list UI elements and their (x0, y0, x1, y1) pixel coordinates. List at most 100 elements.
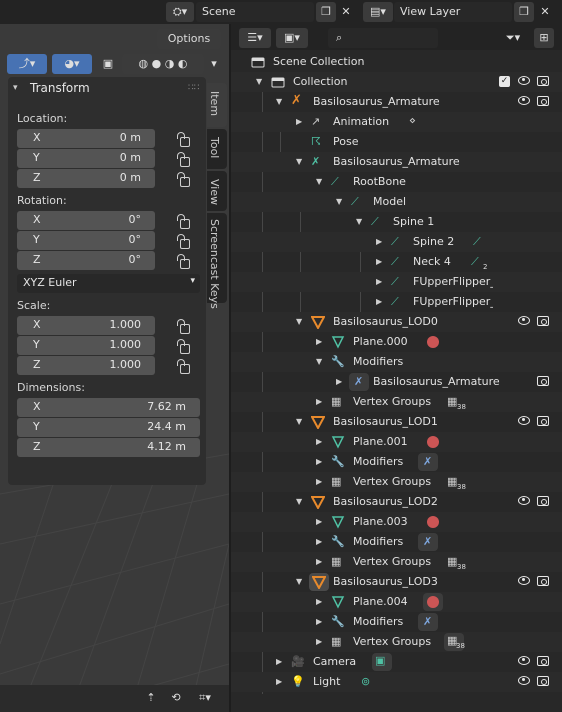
expand-icon[interactable]: ▶ (316, 437, 322, 446)
scene-collection-row[interactable]: Scene Collection (231, 52, 562, 72)
dimensions-x-field[interactable]: X 7.62 m (17, 398, 200, 417)
copy-view-layer-icon[interactable]: ❐ (514, 2, 534, 22)
panel-collapse-icon[interactable]: ▾ (13, 83, 18, 93)
collection-row[interactable]: ▼ Collection ✓ (231, 72, 562, 92)
pose-row[interactable]: ☈ Pose (231, 132, 562, 152)
rotation-x-field[interactable]: X 0° (17, 211, 155, 230)
options-button[interactable]: Options (157, 29, 221, 49)
expand-icon[interactable]: ▶ (276, 677, 282, 686)
vertex-groups-row[interactable]: ▶ ▦ Vertex Groups ▦ 38 (231, 472, 562, 492)
expand-icon[interactable]: ▶ (376, 237, 382, 246)
exclude-checkbox[interactable]: ✓ (499, 76, 510, 87)
mesh-data-row[interactable]: ▶ Plane.003 (231, 512, 562, 532)
tab-screencast-keys[interactable]: Screencast Keys (207, 213, 227, 309)
vertex-groups-row[interactable]: ▶ ▦ Vertex Groups ▦ 38 (231, 392, 562, 412)
bone-row[interactable]: ▶ ⟋ FUpperFlipper_L (231, 272, 562, 292)
expand-icon[interactable]: ▶ (316, 557, 322, 566)
display-mode-button[interactable]: ☰▾ (239, 28, 271, 48)
eye-icon[interactable] (518, 316, 530, 325)
proportional-edit-icon[interactable]: ⟲ (166, 688, 186, 708)
eye-icon[interactable] (518, 496, 530, 505)
tab-item[interactable]: Item (207, 83, 227, 127)
camera-render-icon[interactable] (537, 576, 549, 586)
lock-rotation-x-icon[interactable] (177, 214, 190, 229)
lock-scale-y-icon[interactable] (177, 339, 190, 354)
scale-z-field[interactable]: Z 1.000 (17, 356, 155, 375)
expand-icon[interactable]: ▶ (376, 257, 382, 266)
armature-object-row[interactable]: ▼ ✗ Basilosaurus_Armature (231, 92, 562, 112)
expand-icon[interactable]: ▶ (296, 117, 302, 126)
expand-icon[interactable]: ▶ (316, 397, 322, 406)
shading-mode-buttons[interactable]: ◍ ● ◑ ◐ (122, 54, 204, 74)
mesh-object-row[interactable]: ▼ Basilosaurus_LOD0 (231, 312, 562, 332)
modifiers-row[interactable]: ▼ 🔧 Modifiers (231, 352, 562, 372)
expand-icon[interactable]: ▶ (316, 597, 322, 606)
bone-row[interactable]: ▶ ⟋ Spine 2 ⟋ (231, 232, 562, 252)
close-view-layer-icon[interactable]: ✕ (536, 2, 554, 22)
vertex-groups-row[interactable]: ▶ ▦ Vertex Groups ▦ 38 (231, 632, 562, 652)
lock-location-z-icon[interactable] (177, 172, 190, 187)
collapse-icon[interactable]: ▼ (296, 577, 302, 586)
expand-icon[interactable]: ▶ (336, 377, 342, 386)
collapse-icon[interactable]: ▼ (296, 317, 302, 326)
lock-location-x-icon[interactable] (177, 132, 190, 147)
close-scene-icon[interactable]: ✕ (337, 2, 355, 22)
location-z-field[interactable]: Z0 m (17, 169, 155, 188)
expand-icon[interactable]: ▶ (276, 657, 282, 666)
expand-icon[interactable]: ▶ (316, 477, 322, 486)
viewport-overlays-button[interactable]: ◕▾ (52, 54, 92, 74)
expand-icon[interactable]: ▶ (316, 637, 322, 646)
collapse-icon[interactable]: ▼ (356, 217, 362, 226)
camera-render-icon[interactable] (537, 496, 549, 506)
rotation-y-field[interactable]: Y 0° (17, 231, 155, 250)
bone-row[interactable]: ▼ ⟋ RootBone (231, 172, 562, 192)
shading-options-icon[interactable]: ▾ (205, 54, 223, 74)
lock-rotation-z-icon[interactable] (177, 254, 190, 269)
scale-x-field[interactable]: X 1.000 (17, 316, 155, 335)
expand-icon[interactable]: ▶ (316, 537, 322, 546)
bone-row[interactable]: ▼ ⟋ Spine 1 (231, 212, 562, 232)
new-collection-icon[interactable]: ⊞ (534, 28, 554, 48)
modifiers-row[interactable]: ▶ 🔧 Modifiers ✗ (231, 452, 562, 472)
camera-object-row[interactable]: ▶ 🎥 Camera ▣ (231, 652, 562, 672)
outliner-search-input[interactable]: ⌕ (328, 28, 438, 48)
expand-icon[interactable]: ▶ (316, 457, 322, 466)
mesh-object-row[interactable]: ▼ Basilosaurus_LOD3 (231, 572, 562, 592)
transform-pivot-button[interactable]: ⤴▾ (7, 54, 47, 74)
collapse-icon[interactable]: ▼ (276, 97, 282, 106)
animation-row[interactable]: ▶ ↗ Animation ⋄ (231, 112, 562, 132)
view-layer-browse-button[interactable]: ▤▾ (363, 2, 393, 22)
filter-view-button[interactable]: ▣▾ (276, 28, 308, 48)
camera-render-icon[interactable] (537, 76, 549, 86)
expand-icon[interactable]: ▶ (316, 517, 322, 526)
camera-render-icon[interactable] (537, 656, 549, 666)
expand-icon[interactable]: ▶ (316, 617, 322, 626)
camera-render-icon[interactable] (537, 316, 549, 326)
dimensions-y-field[interactable]: Y 24.4 m (17, 418, 200, 437)
rotation-mode-dropdown[interactable]: XYZ Euler ▾ (17, 274, 200, 293)
eye-icon[interactable] (518, 656, 530, 665)
lock-scale-z-icon[interactable] (177, 359, 190, 374)
copy-scene-icon[interactable]: ❐ (316, 2, 336, 22)
collapse-icon[interactable]: ▼ (336, 197, 342, 206)
tab-view[interactable]: View (207, 171, 227, 211)
mesh-data-row[interactable]: ▶ Plane.000 (231, 332, 562, 352)
camera-render-icon[interactable] (537, 676, 549, 686)
eye-icon[interactable] (518, 76, 530, 85)
eye-icon[interactable] (518, 576, 530, 585)
mesh-data-row[interactable]: ▶ Plane.001 (231, 432, 562, 452)
eye-icon[interactable] (518, 416, 530, 425)
expand-icon[interactable]: ▶ (316, 337, 322, 346)
vertex-groups-row[interactable]: ▶ ▦ Vertex Groups ▦ 38 (231, 552, 562, 572)
rotation-z-field[interactable]: Z 0° (17, 251, 155, 270)
collapse-icon[interactable]: ▼ (316, 177, 322, 186)
lock-scale-x-icon[interactable] (177, 319, 190, 334)
camera-render-icon[interactable] (537, 376, 549, 386)
eye-icon[interactable] (518, 676, 530, 685)
view-layer-name-field[interactable]: View Layer (394, 2, 512, 22)
3d-viewport[interactable]: Options ⤴▾ ◕▾ ▣ ◍ ● ◑ ◐ ▾ Item Tool View… (0, 24, 229, 712)
panel-title[interactable]: Transform (30, 81, 90, 95)
collapse-icon[interactable]: ▼ (296, 157, 302, 166)
scene-browse-button[interactable]: ⛭▾ (166, 2, 194, 22)
scale-y-field[interactable]: Y 1.000 (17, 336, 155, 355)
